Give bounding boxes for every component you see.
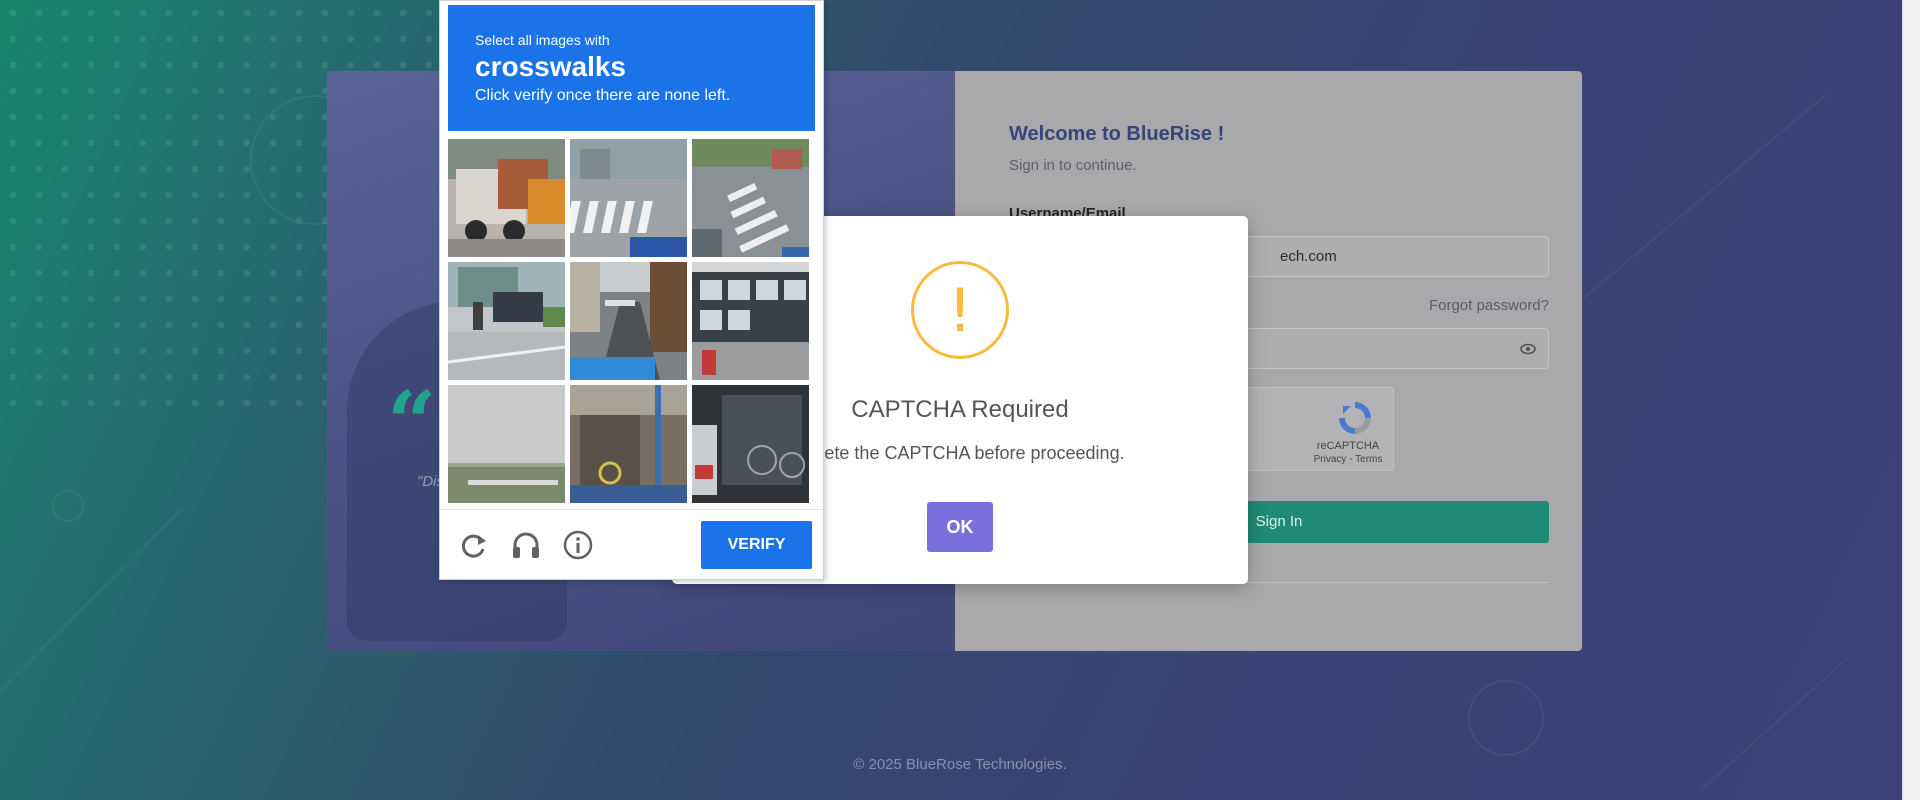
captcha-tile[interactable] [570, 262, 687, 380]
background-line [0, 506, 185, 692]
background-circle [1468, 680, 1544, 756]
info-icon[interactable] [562, 529, 594, 561]
warning-icon: ! [911, 261, 1009, 359]
background-circle [52, 490, 84, 522]
forgot-password-link[interactable]: Forgot password? [1395, 297, 1549, 314]
quote-icon: “ [387, 373, 437, 474]
captcha-tile[interactable] [692, 385, 809, 503]
scrollbar[interactable] [1902, 0, 1920, 800]
challenge-target: crosswalks [475, 51, 626, 82]
captcha-tile[interactable] [692, 262, 809, 380]
challenge-footer-divider [440, 509, 823, 510]
recaptcha-links[interactable]: Privacy - Terms [1303, 454, 1393, 465]
eye-icon[interactable] [1520, 341, 1536, 357]
captcha-tile[interactable] [448, 262, 565, 380]
reload-icon[interactable] [458, 529, 490, 561]
recaptcha-challenge: Select all images with crosswalks Click … [439, 0, 824, 580]
captcha-tile[interactable] [448, 385, 565, 503]
verify-button[interactable]: VERIFY [701, 521, 812, 569]
footer-copyright: © 2025 BlueRose Technologies. [853, 756, 1067, 773]
recaptcha-brand: reCAPTCHA [1316, 440, 1380, 452]
captcha-pointer-arrow [823, 310, 834, 332]
ok-button[interactable]: OK [927, 502, 993, 552]
background-line [1579, 94, 1826, 302]
username-value: ech.com [1280, 248, 1337, 265]
captcha-tile[interactable] [692, 139, 809, 257]
audio-headphones-icon[interactable] [510, 529, 542, 561]
recaptcha-logo-icon [1335, 398, 1375, 438]
captcha-tile[interactable] [570, 385, 687, 503]
challenge-instruction: Select all images with [475, 32, 610, 48]
captcha-tile[interactable] [570, 139, 687, 257]
challenge-hint: Click verify once there are none left. [475, 87, 731, 104]
welcome-heading: Welcome to BlueRise ! [1009, 123, 1225, 145]
captcha-tile[interactable] [448, 139, 565, 257]
challenge-header: Select all images with crosswalks Click … [448, 5, 815, 131]
subtitle: Sign in to continue. [1009, 157, 1137, 174]
